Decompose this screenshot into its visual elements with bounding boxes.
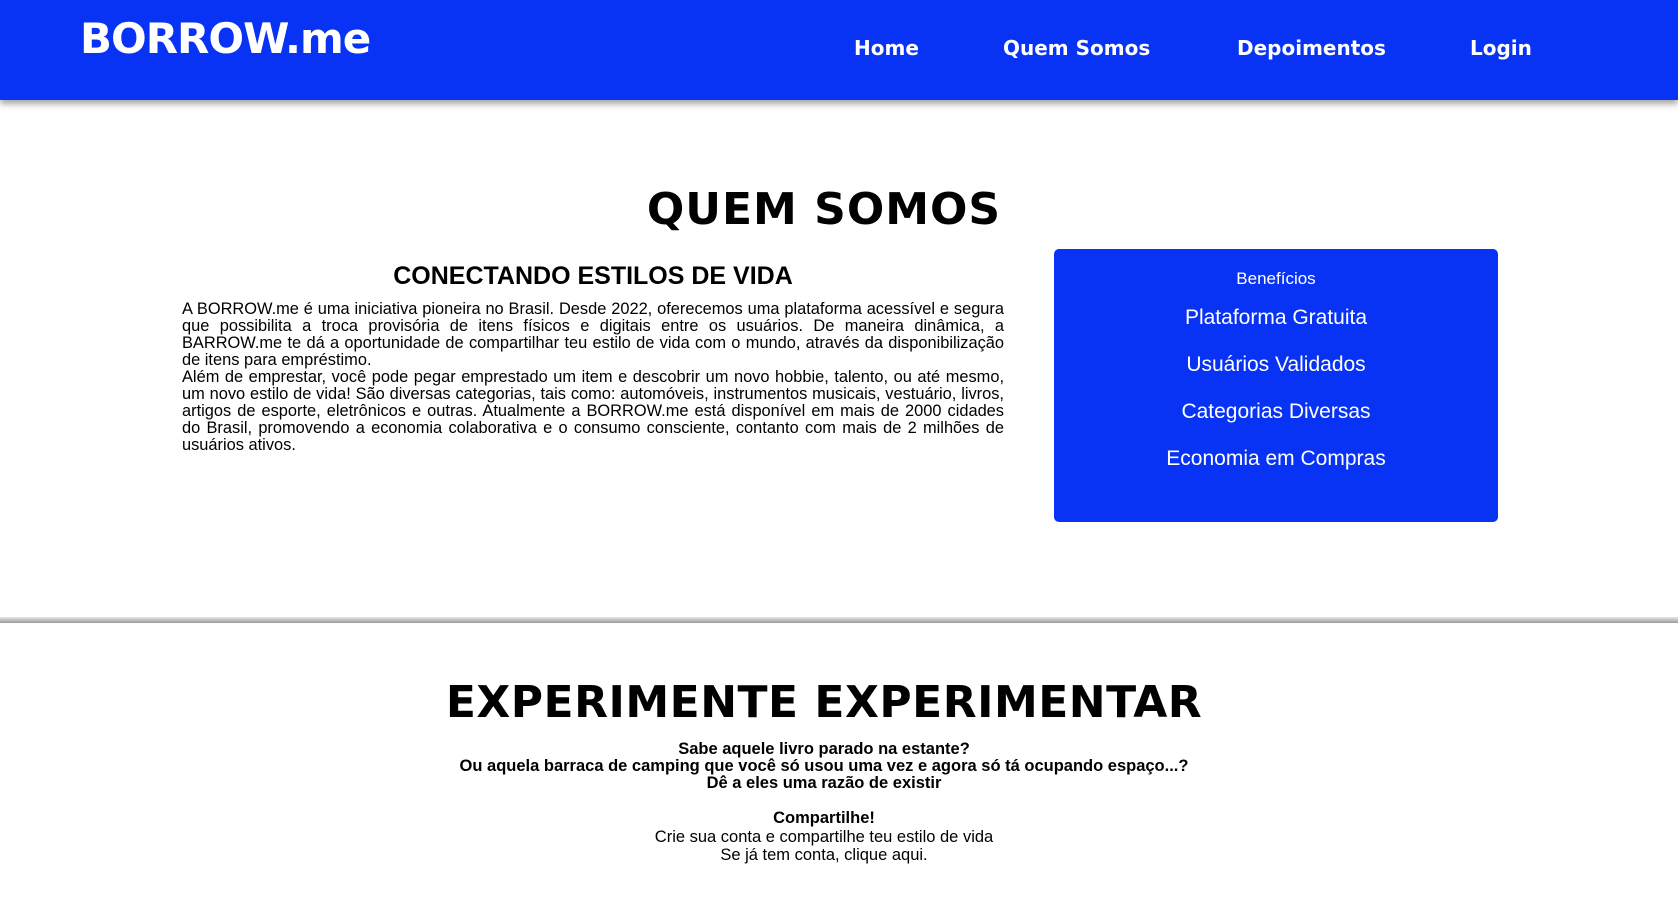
top-navbar: BORROW.me Home Quem Somos Depoimentos Lo… xyxy=(0,0,1678,100)
benefit-item: Plataforma Gratuita xyxy=(1184,306,1368,329)
experiment-line-2: Ou aquela barraca de camping que você só… xyxy=(459,757,1189,775)
benefit-item: Categorias Diversas xyxy=(1181,400,1371,423)
about-text-column: CONECTANDO ESTILOS DE VIDA A BORROW.me é… xyxy=(182,262,1004,454)
main-nav: Home Quem Somos Depoimentos Login xyxy=(0,36,1678,66)
nav-link-quem-somos[interactable]: Quem Somos xyxy=(1003,36,1150,60)
cta-login-text[interactable]: Se já tem conta, clique aqui. xyxy=(0,846,1648,865)
about-paragraph-2: Além de emprestar, você pode pegar empre… xyxy=(182,368,1004,454)
experiment-title: EXPERIMENTE EXPERIMENTAR xyxy=(445,677,1203,728)
benefit-item: Economia em Compras xyxy=(1166,447,1386,470)
experiment-line-1: Sabe aquele livro parado na estante? xyxy=(678,740,970,758)
nav-link-home[interactable]: Home xyxy=(854,36,919,60)
about-paragraph-1: A BORROW.me é uma iniciativa pioneira no… xyxy=(182,300,1004,369)
about-subtitle: CONECTANDO ESTILOS DE VIDA xyxy=(393,262,793,290)
experiment-text: Sabe aquele livro parado na estante? Ou … xyxy=(0,741,1648,865)
about-title: QUEM SOMOS xyxy=(646,184,1002,235)
experiment-section: EXPERIMENTE EXPERIMENTAR Sabe aquele liv… xyxy=(0,623,1678,908)
benefits-list: Plataforma Gratuita Usuários Validados C… xyxy=(1054,305,1498,493)
benefit-item: Usuários Validados xyxy=(1186,353,1366,376)
nav-link-depoimentos[interactable]: Depoimentos xyxy=(1237,36,1386,60)
benefits-card: Benefícios Plataforma Gratuita Usuários … xyxy=(1054,249,1498,522)
cta-title: Compartilhe! xyxy=(773,809,875,827)
about-section: QUEM SOMOS CONECTANDO ESTILOS DE VIDA A … xyxy=(0,100,1678,620)
benefits-heading: Benefícios xyxy=(1236,269,1316,288)
nav-link-login[interactable]: Login xyxy=(1470,36,1532,60)
cta-signup-text[interactable]: Crie sua conta e compartilhe teu estilo … xyxy=(0,828,1648,847)
experiment-line-3: Dê a eles uma razão de existir xyxy=(706,774,942,792)
